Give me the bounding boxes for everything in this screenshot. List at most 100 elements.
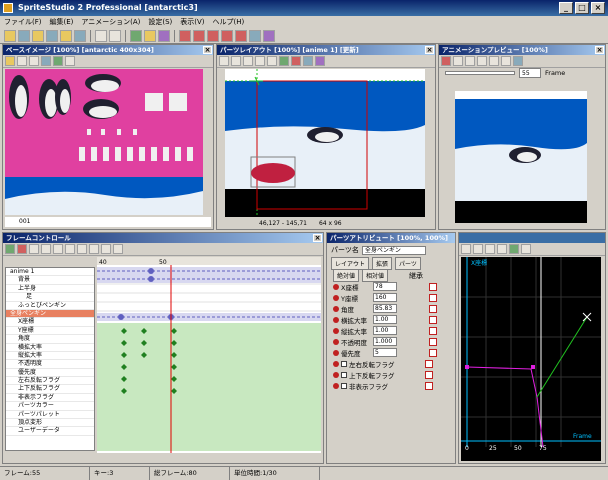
tree-item[interactable]: 横拡大率 — [6, 343, 94, 352]
curve-graph[interactable]: X座標 Frame 0 25 50 75 — [461, 257, 601, 461]
redo-icon[interactable] — [109, 30, 121, 42]
zoom-out-icon[interactable] — [473, 244, 483, 254]
key-dot-icon[interactable] — [333, 360, 339, 367]
scale-icon[interactable] — [267, 56, 277, 66]
save-icon[interactable] — [18, 30, 30, 42]
zoom-out-icon[interactable] — [113, 244, 123, 254]
tree-item[interactable]: 非表示フラグ — [6, 393, 94, 403]
window2-icon[interactable] — [193, 30, 205, 42]
window1-icon[interactable] — [179, 30, 191, 42]
import-icon[interactable] — [60, 30, 72, 42]
parts-icon[interactable] — [291, 56, 301, 66]
export-icon[interactable] — [74, 30, 86, 42]
pointer-icon[interactable] — [219, 56, 229, 66]
attr-value[interactable]: 1.00 — [373, 315, 397, 324]
menu-help[interactable]: ヘルプ(H) — [213, 16, 245, 28]
move-icon[interactable] — [243, 56, 253, 66]
flag-checkbox[interactable] — [341, 371, 347, 378]
inherit-checkbox[interactable] — [429, 304, 437, 313]
inherit-checkbox[interactable] — [429, 326, 437, 335]
open-folder-icon[interactable] — [4, 30, 16, 42]
frame-input[interactable]: 55 — [519, 68, 541, 78]
fit-icon[interactable] — [485, 244, 495, 254]
save-as-icon[interactable] — [46, 30, 58, 42]
loop-icon[interactable] — [89, 244, 99, 254]
flag-checkbox[interactable] — [341, 360, 347, 367]
undo-icon[interactable] — [95, 30, 107, 42]
key-dot-icon[interactable] — [333, 283, 339, 290]
tree-item[interactable]: Y座標 — [6, 326, 94, 336]
inherit-checkbox[interactable] — [429, 337, 437, 346]
zoom-icon[interactable] — [497, 244, 507, 254]
select-icon[interactable] — [53, 56, 63, 66]
tree-item[interactable]: 優先度 — [6, 368, 94, 378]
loop-icon[interactable] — [489, 56, 499, 66]
timeline-grid[interactable]: 40 50 — [97, 257, 321, 453]
close-icon[interactable]: × — [313, 234, 322, 242]
inherit-checkbox[interactable] — [429, 282, 437, 291]
tree-item[interactable]: 足 — [6, 293, 94, 302]
preview-slider[interactable] — [445, 71, 515, 75]
flag-checkbox[interactable] — [341, 382, 347, 389]
close-button[interactable]: × — [591, 2, 605, 14]
inherit-checkbox[interactable] — [429, 293, 437, 302]
tool-icon[interactable] — [130, 30, 142, 42]
window6-icon[interactable] — [249, 30, 261, 42]
window5-icon[interactable] — [235, 30, 247, 42]
inherit-checkbox[interactable] — [425, 370, 433, 379]
zoom-in-icon[interactable] — [461, 244, 471, 254]
play-icon[interactable] — [53, 244, 63, 254]
window4-icon[interactable] — [221, 30, 233, 42]
menu-settings[interactable]: 設定(S) — [148, 16, 172, 28]
zoom-icon[interactable] — [231, 56, 241, 66]
open-icon[interactable] — [32, 30, 44, 42]
tool3-icon[interactable] — [158, 30, 170, 42]
move-icon[interactable] — [65, 56, 75, 66]
open-icon[interactable] — [5, 56, 15, 66]
tree-item[interactable]: X座標 — [6, 318, 94, 327]
attr-value[interactable]: 1.000 — [373, 337, 397, 346]
help-icon[interactable] — [263, 30, 275, 42]
key-dot-icon[interactable] — [333, 294, 339, 301]
close-icon[interactable]: × — [203, 46, 212, 54]
help-icon[interactable] — [315, 56, 325, 66]
grid-icon[interactable] — [279, 56, 289, 66]
zoom-icon[interactable] — [501, 56, 511, 66]
attr-value[interactable]: 160 — [373, 293, 397, 302]
menu-edit[interactable]: 編集(E) — [50, 16, 74, 28]
tool2-icon[interactable] — [144, 30, 156, 42]
tree-item[interactable]: パーツカラー — [6, 402, 94, 411]
inherit-checkbox[interactable] — [429, 315, 437, 324]
prev-frame-icon[interactable] — [41, 244, 51, 254]
play-icon[interactable] — [465, 56, 475, 66]
stop-icon[interactable] — [17, 244, 27, 254]
tree-item[interactable]: ユーザーデータ — [6, 427, 94, 436]
record-icon[interactable] — [441, 56, 451, 66]
inherit-checkbox[interactable] — [425, 359, 433, 368]
key-dot-icon[interactable] — [333, 349, 339, 356]
save-icon[interactable] — [513, 56, 523, 66]
inherit-checkbox[interactable] — [429, 348, 437, 357]
tree-item[interactable]: 背景 — [6, 276, 94, 285]
key-dot-icon[interactable] — [333, 382, 339, 389]
key-dot-icon[interactable] — [333, 316, 339, 323]
last-frame-icon[interactable] — [77, 244, 87, 254]
minimize-button[interactable]: _ — [559, 2, 573, 14]
attr-value[interactable]: 78 — [373, 282, 397, 291]
key-dot-icon[interactable] — [333, 305, 339, 312]
menu-file[interactable]: ファイル(F) — [4, 16, 42, 28]
view-icon[interactable] — [303, 56, 313, 66]
tree-item[interactable]: 上半身 — [6, 284, 94, 294]
grid-icon[interactable] — [29, 56, 39, 66]
base-image-canvas[interactable] — [5, 69, 203, 215]
next-frame-icon[interactable] — [65, 244, 75, 254]
linear-icon[interactable] — [521, 244, 531, 254]
tree-item[interactable]: 角度 — [6, 335, 94, 344]
inherit-checkbox[interactable] — [425, 381, 433, 390]
base-image-tab[interactable]: 001 — [5, 217, 211, 227]
next-frame-icon[interactable] — [477, 56, 487, 66]
attr-value[interactable]: 1.00 — [373, 326, 397, 335]
menu-view[interactable]: 表示(V) — [180, 16, 204, 28]
attr-value[interactable]: 85.83 — [373, 304, 397, 313]
window3-icon[interactable] — [207, 30, 219, 42]
